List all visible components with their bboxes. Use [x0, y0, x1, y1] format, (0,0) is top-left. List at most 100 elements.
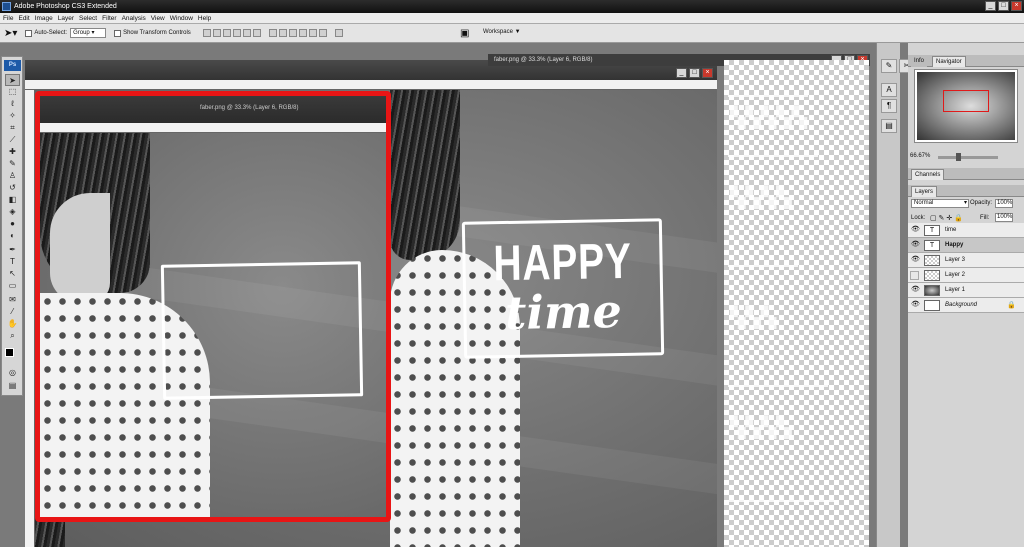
layer-row-background[interactable]: 👁 Background 🔒 — [908, 298, 1024, 313]
notes-tool-icon[interactable]: ✉ — [5, 294, 20, 306]
distribute-hcenter-icon[interactable] — [308, 29, 317, 37]
eyedropper-icon[interactable]: ⁄ — [5, 306, 20, 318]
move-tool-icon[interactable]: ➤▾ — [4, 28, 17, 39]
tab-layers[interactable]: Layers — [911, 186, 938, 197]
workspace-button[interactable]: Workspace ▼ — [483, 29, 521, 35]
menu-edit[interactable]: Edit — [18, 15, 29, 22]
auto-select-dropdown[interactable]: Group ▾ — [70, 28, 107, 38]
lock-label: Lock: — [911, 215, 926, 221]
layer-row-layer-3[interactable]: 👁 Layer 3 — [908, 253, 1024, 268]
foreground-color-swatch[interactable] — [5, 348, 14, 357]
eye-icon[interactable]: 👁 — [911, 301, 920, 308]
menu-image[interactable]: Image — [35, 15, 53, 22]
blend-mode-dropdown[interactable]: Normal ▾ — [911, 199, 969, 208]
doc-close-button[interactable]: × — [702, 68, 713, 78]
highlighted-document-window[interactable]: faber.png @ 33.3% (Layer 6, RGB/8) — [35, 91, 391, 522]
navigator-thumbnail[interactable] — [914, 69, 1018, 143]
paint-bucket-icon[interactable]: ◈ — [5, 206, 20, 218]
empty-frame-shape[interactable] — [160, 261, 364, 400]
distribute-vcenter-icon[interactable] — [278, 29, 287, 37]
hand-tool-icon[interactable]: ✋ — [5, 318, 20, 330]
transparent-document-canvas[interactable]: ▚▚▚▚▚ ▚▚▚▚ ▚▚▚ ▚▚▚▚ — [724, 60, 869, 547]
layer-row-layer-2[interactable]: Layer 2 — [908, 268, 1024, 283]
magic-wand-icon[interactable]: ✧ — [5, 110, 20, 122]
align-right-icon[interactable] — [252, 29, 261, 37]
close-button[interactable]: × — [1011, 1, 1022, 11]
pen-tool-icon[interactable]: ✒ — [5, 244, 20, 256]
layer-row-time[interactable]: 👁 T time — [908, 223, 1024, 238]
tab-navigator[interactable]: Navigator — [932, 56, 966, 67]
happy-time-frame[interactable]: HAPPY time — [461, 218, 665, 359]
layer-row-layer-1[interactable]: 👁 Layer 1 — [908, 283, 1024, 298]
slice-tool-icon[interactable]: ⟋ — [5, 134, 20, 146]
visibility-toggle-empty[interactable] — [910, 271, 919, 280]
eraser-tool-icon[interactable]: ◧ — [5, 194, 20, 206]
clone-stamp-icon[interactable]: ♙ — [5, 170, 20, 182]
doc-minimize-button[interactable]: _ — [676, 68, 687, 78]
brush-tool-icon[interactable]: ✎ — [5, 158, 20, 170]
menu-select[interactable]: Select — [79, 15, 97, 22]
navigator-zoom-knob[interactable] — [956, 153, 961, 161]
menu-file[interactable]: File — [3, 15, 13, 22]
tab-channels[interactable]: Channels — [911, 169, 945, 180]
dock-brush-icon[interactable]: ✎ — [881, 59, 897, 73]
auto-select-checkbox[interactable] — [25, 29, 33, 37]
navigator-zoom-value[interactable]: 66.67% — [910, 153, 930, 159]
doc-maximize-button[interactable]: □ — [689, 68, 700, 78]
zoom-tool-icon[interactable]: ⌕ — [5, 330, 20, 342]
menu-layer[interactable]: Layer — [58, 15, 74, 22]
distribute-left-icon[interactable] — [298, 29, 307, 37]
menu-view[interactable]: View — [151, 15, 165, 22]
path-select-icon[interactable]: ↖ — [5, 268, 20, 280]
dock-character-icon[interactable]: A — [881, 83, 897, 97]
marquee-tool-icon[interactable]: ⬚ — [5, 86, 20, 98]
eye-icon[interactable]: 👁 — [911, 226, 920, 233]
distribute-bottom-icon[interactable] — [288, 29, 297, 37]
layer-row-happy[interactable]: 👁 T Happy — [908, 238, 1024, 253]
screen-mode-icon[interactable]: ▤ — [5, 380, 20, 392]
opacity-input[interactable]: 100% — [995, 199, 1013, 208]
dock-paragraph-icon[interactable]: ¶ — [881, 99, 897, 113]
layer-thumbnail — [924, 300, 940, 311]
menu-filter[interactable]: Filter — [102, 15, 116, 22]
maximize-button[interactable]: □ — [998, 1, 1009, 11]
lasso-tool-icon[interactable]: ℓ — [5, 98, 20, 110]
eye-icon[interactable]: 👁 — [911, 286, 920, 293]
dock-layer-comps-icon[interactable]: ▤ — [881, 119, 897, 133]
distribute-right-icon[interactable] — [318, 29, 327, 37]
shape-tool-icon[interactable]: ▭ — [5, 280, 20, 292]
tab-info[interactable]: Info — [911, 56, 928, 67]
lock-icons[interactable]: ▢ ✎ ✛ 🔒 — [930, 214, 963, 222]
inner-canvas[interactable] — [40, 133, 386, 517]
move-tool-icon[interactable]: ➤ — [5, 74, 20, 86]
quick-mask-icon[interactable]: ◎ — [5, 367, 20, 379]
menu-window[interactable]: Window — [170, 15, 193, 22]
app-title-bar: Adobe Photoshop CS3 Extended _ □ × — [0, 0, 1024, 13]
show-transform-checkbox[interactable] — [114, 29, 122, 37]
healing-brush-icon[interactable]: ✚ — [5, 146, 20, 158]
menu-analysis[interactable]: Analysis — [122, 15, 146, 22]
inner-photo-shoulder — [50, 193, 110, 303]
align-bottom-icon[interactable] — [222, 29, 231, 37]
crop-tool-icon[interactable]: ⌗ — [5, 122, 20, 134]
align-left-icon[interactable] — [232, 29, 241, 37]
menu-help[interactable]: Help — [198, 15, 211, 22]
layer-thumbnail — [924, 270, 940, 281]
blur-tool-icon[interactable]: ● — [5, 218, 20, 230]
eye-icon[interactable]: 👁 — [911, 241, 920, 248]
tool-preset-icon[interactable]: ▣ — [460, 28, 469, 39]
distribute-top-icon[interactable] — [268, 29, 277, 37]
history-brush-icon[interactable]: ↺ — [5, 182, 20, 194]
eye-icon[interactable]: 👁 — [911, 256, 920, 263]
navigator-view-box[interactable] — [943, 90, 989, 112]
dodge-tool-icon[interactable]: ◐ — [5, 230, 20, 242]
inner-document-title: faber.png @ 33.3% (Layer 6, RGB/8) — [200, 105, 299, 111]
type-tool-icon[interactable]: T — [5, 256, 20, 268]
navigator-zoom-slider[interactable] — [938, 156, 998, 159]
auto-align-icon[interactable] — [334, 29, 343, 37]
minimize-button[interactable]: _ — [985, 1, 996, 11]
fill-input[interactable]: 100% — [995, 213, 1013, 222]
align-vcenter-icon[interactable] — [212, 29, 221, 37]
align-top-icon[interactable] — [202, 29, 211, 37]
align-hcenter-icon[interactable] — [242, 29, 251, 37]
